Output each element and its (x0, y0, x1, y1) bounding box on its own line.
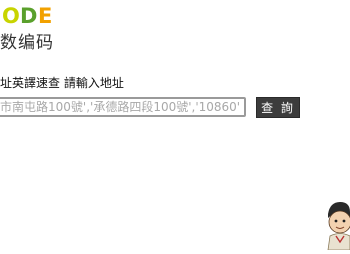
site-tagline: 数编码 (0, 33, 54, 53)
query-button[interactable]: 查 詢 (256, 97, 300, 118)
site-logo[interactable]: O D E (0, 4, 60, 30)
cartoon-mascot-icon (322, 190, 350, 251)
logo-letter-d: D (20, 4, 38, 28)
search-instruction: 址英譯速查 請輸入地址 (0, 76, 124, 90)
logo-letter-o: O (2, 4, 20, 28)
logo-letter-e: E (38, 4, 53, 28)
address-search-input[interactable] (0, 97, 246, 117)
